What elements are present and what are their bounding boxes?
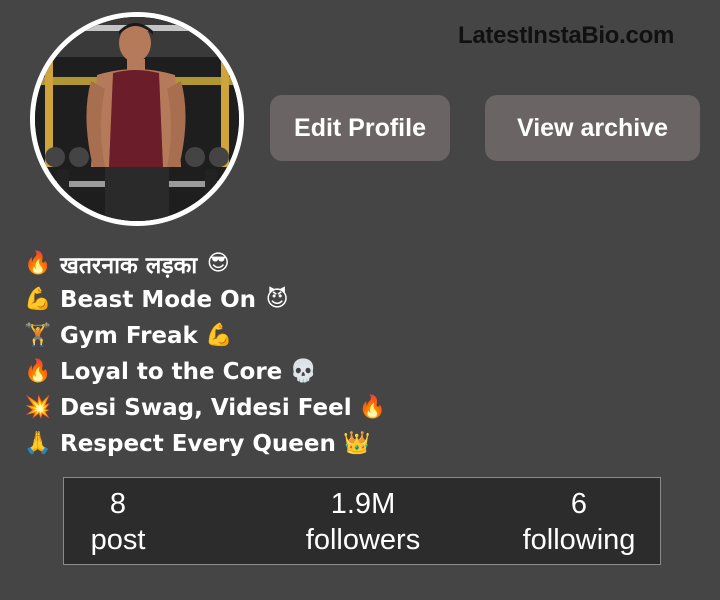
- following-count: 6: [570, 488, 588, 520]
- sunglasses-face-icon: 😎: [206, 251, 230, 276]
- profile-stats: 8 post 1.9M followers 6 following: [63, 477, 661, 565]
- fire-icon: 🔥: [24, 359, 52, 384]
- posts-label: post: [90, 524, 146, 556]
- fire-icon: 🔥: [24, 251, 52, 276]
- bio-line-5: 💥 Desi Swag, Videsi Feel 🔥: [24, 390, 387, 426]
- skull-icon: 💀: [289, 359, 317, 384]
- avatar[interactable]: [30, 12, 244, 226]
- bio-text: Desi Swag, Videsi Feel: [60, 395, 352, 421]
- folded-hands-icon: 🙏: [24, 431, 52, 456]
- bio-text: Loyal to the Core: [60, 359, 283, 385]
- bio-line-1: 🔥 खतरनाक लड़का 😎: [24, 246, 387, 282]
- bio-line-3: 🏋 Gym Freak 💪: [24, 318, 387, 354]
- bio-text: खतरनाक लड़का: [60, 253, 198, 279]
- posts-stat[interactable]: 8 post: [74, 486, 162, 558]
- weightlifter-icon: 🏋: [24, 323, 52, 348]
- bio-text: Gym Freak: [60, 323, 198, 349]
- following-label: following: [522, 524, 636, 556]
- followers-label: followers: [305, 524, 421, 556]
- bio-list: 🔥 खतरनाक लड़का 😎 💪 Beast Mode On 😈 🏋 Gym…: [24, 246, 387, 462]
- bio-line-4: 🔥 Loyal to the Core 💀: [24, 354, 387, 390]
- followers-stat[interactable]: 1.9M followers: [284, 486, 442, 558]
- edit-profile-button[interactable]: Edit Profile: [270, 95, 450, 161]
- posts-count: 8: [109, 488, 127, 520]
- crown-icon: 👑: [343, 431, 371, 456]
- site-watermark: LatestInstaBio.com: [458, 22, 674, 49]
- flexed-biceps-icon: 💪: [205, 323, 233, 348]
- bio-text: Beast Mode On: [60, 287, 257, 313]
- gym-man-photo-icon: [35, 17, 239, 221]
- fire-icon: 🔥: [358, 395, 387, 420]
- view-archive-button[interactable]: View archive: [485, 95, 700, 161]
- profile-photo: [35, 17, 239, 221]
- followers-count: 1.9M: [330, 488, 396, 520]
- collision-icon: 💥: [24, 395, 52, 420]
- smiling-devil-icon: 😈: [265, 287, 289, 312]
- bio-line-6: 🙏 Respect Every Queen 👑: [24, 426, 387, 462]
- bio-line-2: 💪 Beast Mode On 😈: [24, 282, 387, 318]
- following-stat[interactable]: 6 following: [504, 486, 654, 558]
- flexed-biceps-icon: 💪: [24, 287, 52, 312]
- bio-text: Respect Every Queen: [60, 431, 336, 457]
